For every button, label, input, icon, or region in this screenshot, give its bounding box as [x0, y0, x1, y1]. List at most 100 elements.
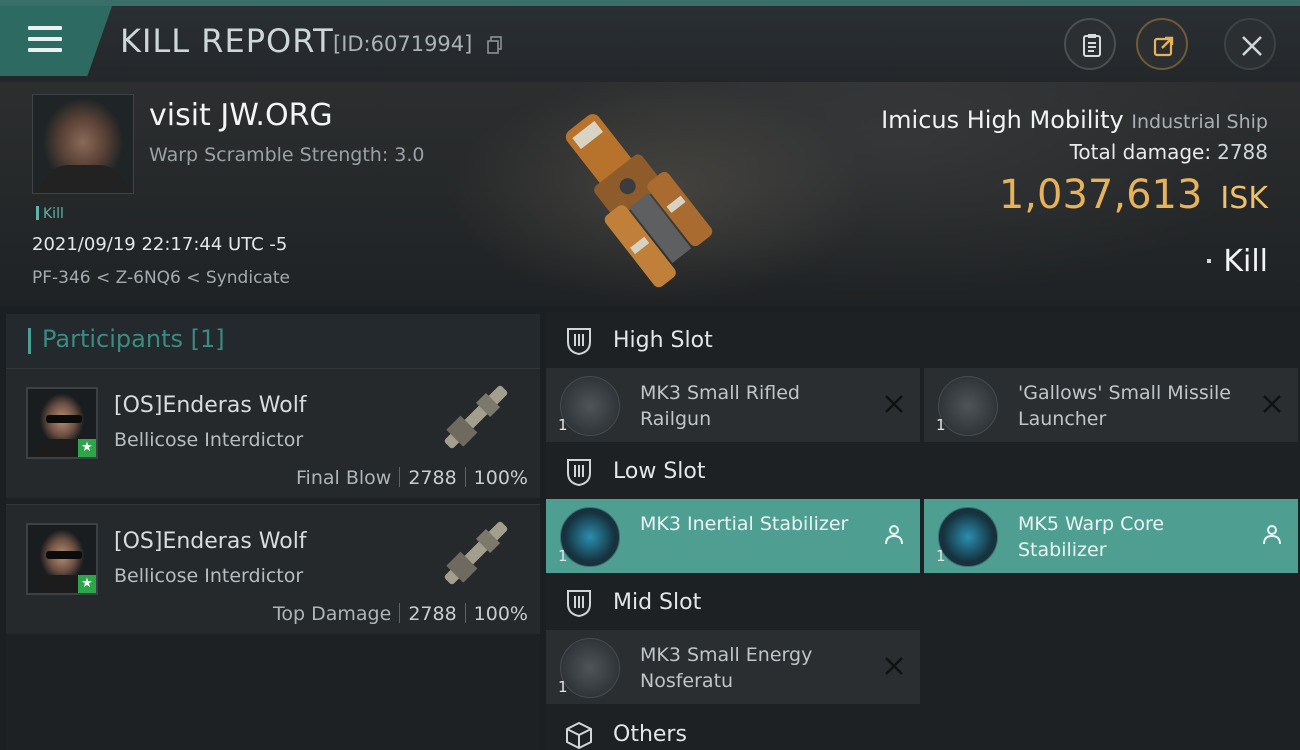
module-quantity: 1	[936, 547, 946, 565]
kill-tag-marker	[36, 206, 39, 220]
participant-avatar[interactable]: ★	[26, 387, 98, 459]
module-item[interactable]: 1 MK3 Small Rifled Railgun	[546, 368, 920, 442]
participant-role: Top Damage	[273, 603, 392, 625]
stats-separator	[399, 467, 401, 487]
participant-ship-icon	[444, 385, 508, 449]
participant-stats: Top Damage 2788 100%	[273, 603, 528, 625]
low-slot-icon	[567, 459, 591, 487]
share-button[interactable]	[1136, 18, 1188, 70]
fitting-panel: High Slot 1 MK3 Small Rifled Railgun 1 '…	[546, 312, 1300, 750]
inertial-stabilizer-icon	[560, 507, 620, 567]
module-item[interactable]: 1 MK3 Inertial Stabilizer	[546, 499, 920, 573]
participant-damage: 2788	[408, 467, 457, 489]
kill-location[interactable]: PF-346 < Z-6NQ6 < Syndicate	[32, 268, 290, 288]
destroyed-icon	[1263, 395, 1281, 413]
dropped-user-icon	[1263, 525, 1281, 545]
stats-separator	[464, 467, 466, 487]
total-damage: Total damage: 2788	[1070, 140, 1268, 164]
mid-slot-label: Mid Slot	[613, 590, 702, 615]
railgun-icon	[560, 376, 620, 436]
high-slot-header: High Slot	[546, 314, 1300, 368]
module-name: 'Gallows' Small Missile Launcher	[1018, 382, 1231, 430]
avatar-sunglasses	[46, 551, 82, 559]
stats-separator	[464, 603, 466, 623]
module-name: MK3 Small Rifled Railgun	[640, 382, 800, 430]
avatar-sunglasses	[46, 415, 82, 423]
module-item[interactable]: 1 MK3 Small Energy Nosferatu	[546, 630, 920, 704]
low-slot-label: Low Slot	[613, 459, 706, 484]
kill-timestamp: 2021/09/19 22:17:44 UTC -5	[32, 234, 288, 255]
menu-icon-bar	[28, 37, 62, 41]
participants-header: Participants [1]	[6, 314, 540, 368]
participant-avatar[interactable]: ★	[26, 523, 98, 595]
participant-card[interactable]: ★ [OS]Enderas Wolf Bellicose Interdictor…	[6, 368, 540, 498]
module-name: MK5 Warp Core Stabilizer	[1018, 513, 1165, 561]
kill-tag: Kill	[36, 206, 64, 222]
star-icon: ★	[78, 439, 96, 457]
module-name: MK3 Small Energy Nosferatu	[640, 644, 813, 692]
module-item[interactable]: 1 'Gallows' Small Missile Launcher	[924, 368, 1298, 442]
report-id: [ID:6071994]	[333, 32, 473, 56]
participants-title: Participants [1]	[42, 325, 225, 353]
participant-name: [OS]Enderas Wolf	[114, 529, 307, 554]
module-quantity: 1	[558, 416, 568, 434]
clipboard-icon	[1083, 34, 1101, 57]
module-quantity: 1	[936, 416, 946, 434]
total-damage-label: Total damage:	[1069, 140, 1212, 164]
clipboard-button[interactable]	[1064, 18, 1116, 70]
dropped-user-icon	[885, 525, 903, 545]
victim-ship-image	[565, 114, 713, 288]
result-dot	[1207, 259, 1212, 263]
portrait-shoulders	[41, 165, 127, 193]
participant-stats: Final Blow 2788 100%	[296, 467, 528, 489]
kill-result-label: Kill	[1223, 244, 1268, 279]
mid-slot-header: Mid Slot	[546, 576, 1300, 630]
participant-percent: 100%	[473, 467, 528, 489]
ship-name-text[interactable]: Imicus High Mobility	[881, 106, 1124, 134]
isk-amount: 1,037,613	[998, 172, 1203, 218]
cargo-box-icon	[566, 721, 592, 750]
participant-ship: Bellicose Interdictor	[114, 429, 304, 451]
module-name: MK3 Inertial Stabilizer	[640, 513, 849, 535]
module-quantity: 1	[558, 678, 568, 696]
victim-portrait[interactable]	[32, 94, 134, 194]
participant-ship: Bellicose Interdictor	[114, 565, 304, 587]
others-header: Others	[546, 708, 1300, 750]
destroyed-icon	[885, 657, 903, 675]
star-icon: ★	[78, 575, 96, 593]
total-damage-value: 2788	[1217, 140, 1268, 164]
module-item[interactable]: 1 MK5 Warp Core Stabilizer	[924, 499, 1298, 573]
module-quantity: 1	[558, 547, 568, 565]
mid-slot-icon	[567, 590, 591, 618]
warp-scramble-strength: Warp Scramble Strength: 3.0	[149, 144, 425, 166]
high-slot-label: High Slot	[613, 328, 713, 353]
isk-unit: ISK	[1220, 181, 1268, 216]
participant-card[interactable]: ★ [OS]Enderas Wolf Bellicose Interdictor…	[6, 504, 540, 634]
victim-ship-name: Imicus High Mobility Industrial Ship	[881, 106, 1268, 134]
participant-ship-icon	[444, 521, 508, 585]
menu-icon	[28, 26, 62, 30]
others-label: Others	[613, 722, 687, 747]
participant-role: Final Blow	[296, 467, 392, 489]
page-title: KILL REPORT	[120, 22, 334, 60]
victim-name[interactable]: visit JW.ORG	[149, 98, 333, 133]
ship-class: Industrial Ship	[1131, 111, 1268, 133]
destroyed-icon	[885, 395, 903, 413]
participant-damage: 2788	[408, 603, 457, 625]
participant-name: [OS]Enderas Wolf	[114, 393, 307, 418]
close-button[interactable]	[1224, 18, 1276, 70]
nosferatu-icon	[560, 638, 620, 698]
menu-icon-bar	[28, 48, 62, 52]
copy-icon[interactable]	[487, 36, 503, 54]
kill-tag-label: Kill	[43, 206, 64, 222]
participants-marker	[28, 328, 31, 354]
participant-percent: 100%	[473, 603, 528, 625]
high-slot-icon	[567, 328, 591, 356]
close-icon	[1242, 36, 1262, 56]
low-slot-header: Low Slot	[546, 445, 1300, 499]
warp-core-stabilizer-icon	[938, 507, 998, 567]
kill-summary: visit JW.ORG Warp Scramble Strength: 3.0…	[0, 82, 1300, 306]
kill-result: Kill	[1207, 244, 1268, 279]
stats-separator	[399, 603, 401, 623]
missile-launcher-icon	[938, 376, 998, 436]
